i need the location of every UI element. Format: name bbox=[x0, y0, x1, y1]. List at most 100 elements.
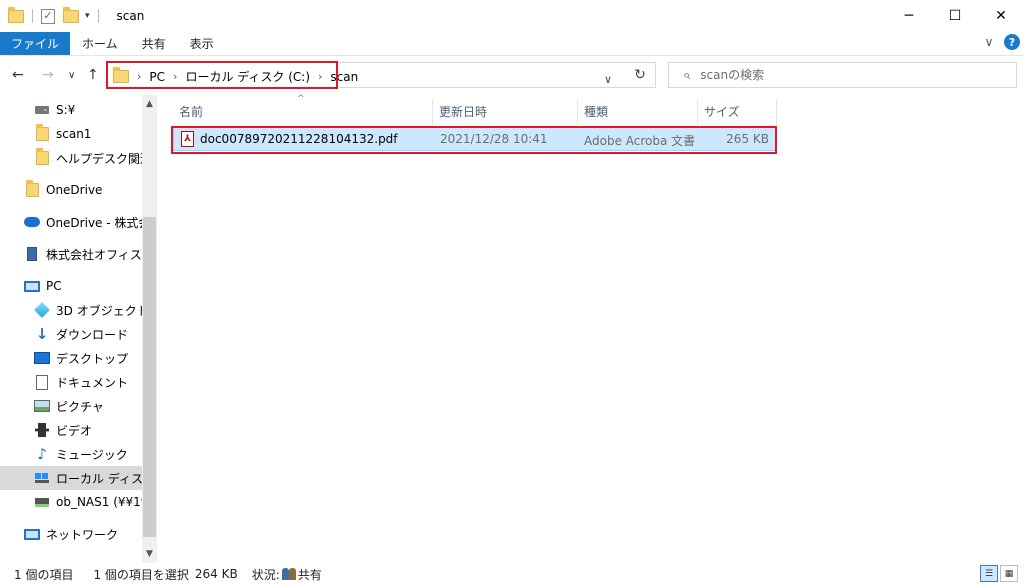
toolbar-separator bbox=[32, 9, 33, 23]
forward-button[interactable]: → bbox=[42, 67, 54, 83]
pc-icon bbox=[24, 278, 40, 294]
column-divider[interactable] bbox=[776, 99, 777, 125]
recent-locations-button[interactable]: ∨ bbox=[68, 70, 75, 81]
sidebar-item-music[interactable]: ♪ ミュージック bbox=[0, 442, 142, 466]
status-bar: 1 個の項目 1 個の項目を選択 264 KB 状況: 共有 ☰ ▦ bbox=[0, 563, 1024, 585]
status-selected: 1 個の項目を選択 bbox=[93, 567, 189, 582]
video-icon bbox=[34, 422, 50, 438]
cube-icon bbox=[34, 302, 50, 318]
sidebar-item-s-drive[interactable]: S:¥ bbox=[0, 98, 142, 122]
document-icon bbox=[34, 374, 50, 390]
cloud-icon bbox=[24, 214, 40, 230]
minimize-button[interactable]: ─ bbox=[886, 0, 932, 32]
close-button[interactable]: ✕ bbox=[978, 0, 1024, 32]
help-icon[interactable]: ? bbox=[1004, 34, 1020, 50]
status-state-label: 状況: bbox=[251, 567, 280, 582]
folder-icon bbox=[24, 180, 40, 198]
tab-file[interactable]: ファイル bbox=[0, 32, 71, 55]
sidebar-item-label: 3D オブジェクト bbox=[56, 303, 142, 318]
sidebar-item-label: ヘルプデスク関連 bbox=[56, 151, 142, 166]
sidebar-item-label: ミュージック bbox=[56, 447, 128, 462]
sidebar-item-onedrive-business[interactable]: OneDrive - 株式会社 bbox=[0, 210, 142, 234]
search-input[interactable] bbox=[700, 68, 1001, 82]
sidebar-item-company[interactable]: 株式会社オフィスバスター bbox=[0, 242, 142, 266]
tab-view[interactable]: 表示 bbox=[178, 32, 226, 55]
folder-icon bbox=[34, 148, 50, 166]
scrollbar-thumb[interactable] bbox=[143, 217, 156, 537]
desktop-icon bbox=[34, 350, 50, 366]
sidebar-item-nas[interactable]: ob_NAS1 (¥¥192.168 bbox=[0, 490, 142, 514]
sidebar-item-label: ドキュメント bbox=[56, 375, 129, 390]
sidebar-item-onedrive[interactable]: OneDrive bbox=[0, 178, 142, 202]
column-header-type[interactable]: 種類 bbox=[578, 99, 697, 123]
sidebar-item-label: S:¥ bbox=[56, 103, 76, 117]
status-selected-size: 264 KB bbox=[194, 567, 238, 581]
sidebar-item-videos[interactable]: ビデオ bbox=[0, 418, 142, 442]
status-state-value: 共有 bbox=[297, 567, 322, 582]
music-icon: ♪ bbox=[37, 445, 47, 463]
local-disk-icon bbox=[34, 470, 50, 486]
sidebar-item-local-disk[interactable]: ローカル ディスク (C:) bbox=[0, 466, 142, 490]
folder-icon bbox=[8, 6, 24, 23]
sidebar-item-label: ピクチャ bbox=[56, 399, 104, 414]
nas-icon bbox=[34, 494, 50, 510]
sidebar-item-documents[interactable]: ドキュメント bbox=[0, 370, 142, 394]
sidebar-item-network[interactable]: ネットワーク bbox=[0, 522, 142, 546]
sidebar-item-label: ビデオ bbox=[56, 423, 93, 438]
scroll-up-icon[interactable]: ▲ bbox=[142, 99, 157, 109]
maximize-button[interactable]: ☐ bbox=[932, 0, 978, 32]
search-icon: ⌕ bbox=[683, 67, 691, 83]
search-box[interactable]: ⌕ bbox=[668, 62, 1017, 88]
details-view-icon[interactable]: ☰ bbox=[980, 565, 998, 582]
sidebar-item-label: OneDrive - 株式会社 bbox=[46, 215, 142, 230]
network-drive-icon bbox=[34, 102, 50, 118]
scroll-down-icon[interactable]: ▼ bbox=[142, 549, 157, 559]
new-folder-icon[interactable] bbox=[63, 6, 79, 23]
sidebar-item-label: scan1 bbox=[56, 127, 92, 141]
sidebar-item-pc[interactable]: PC bbox=[0, 274, 142, 298]
window-controls: ─ ☐ ✕ bbox=[886, 0, 1024, 32]
refresh-button[interactable]: ↻ bbox=[625, 62, 656, 88]
address-highlight-box bbox=[106, 61, 338, 89]
sidebar-item-label: ob_NAS1 (¥¥192.168 bbox=[56, 495, 142, 509]
download-icon: ↓ bbox=[35, 325, 49, 343]
column-header-modified[interactable]: 更新日時 bbox=[433, 99, 577, 123]
sidebar-item-label: 株式会社オフィスバスター bbox=[46, 247, 142, 262]
sidebar-item-label: OneDrive bbox=[46, 183, 103, 197]
sidebar-item-downloads[interactable]: ↓ ダウンロード bbox=[0, 322, 142, 346]
navigation-pane-scrollbar[interactable]: ▲ ▼ bbox=[142, 95, 157, 563]
sidebar-item-desktop[interactable]: デスクトップ bbox=[0, 346, 142, 370]
status-item-count: 1 個の項目 bbox=[14, 567, 74, 582]
navigation-pane: S:¥ scan1 ヘルプデスク関連 OneDrive OneDrive - 株… bbox=[0, 95, 157, 563]
up-button[interactable]: ↑ bbox=[87, 67, 99, 83]
address-dropdown-icon[interactable]: ∨ bbox=[604, 73, 612, 86]
navigation-bar: ← → ∨ ↑ › PC › ローカル ディスク (C:) › scan ∨ ↻… bbox=[0, 57, 1024, 95]
tab-share[interactable]: 共有 bbox=[130, 32, 178, 55]
sidebar-item-helpdesk[interactable]: ヘルプデスク関連 bbox=[0, 146, 142, 170]
building-icon bbox=[24, 246, 40, 262]
properties-icon[interactable]: ✓ bbox=[41, 8, 55, 24]
expand-ribbon-icon[interactable]: ∨ bbox=[980, 35, 998, 49]
window-title: scan bbox=[116, 9, 145, 23]
sidebar-item-scan1[interactable]: scan1 bbox=[0, 122, 142, 146]
view-toggle: ☰ ▦ bbox=[980, 565, 1018, 582]
sidebar-item-label: PC bbox=[46, 279, 62, 293]
tab-home[interactable]: ホーム bbox=[70, 32, 130, 55]
folder-icon bbox=[34, 124, 50, 142]
title-bar: ✓ ▾ scan ─ ☐ ✕ bbox=[0, 0, 1024, 32]
large-icons-view-icon[interactable]: ▦ bbox=[1000, 565, 1018, 582]
customize-quick-access-icon[interactable]: ▾ bbox=[85, 11, 90, 21]
shared-users-icon bbox=[281, 568, 296, 580]
column-header-name[interactable]: 名前 bbox=[173, 99, 432, 123]
sidebar-item-label: ローカル ディスク (C:) bbox=[56, 471, 142, 486]
sidebar-item-label: ダウンロード bbox=[56, 327, 129, 342]
sidebar-item-3d-objects[interactable]: 3D オブジェクト bbox=[0, 298, 142, 322]
sidebar-item-pictures[interactable]: ピクチャ bbox=[0, 394, 142, 418]
sidebar-item-label: デスクトップ bbox=[56, 351, 129, 366]
ribbon-tabs: ファイル ホーム 共有 表示 ∨ ? bbox=[0, 32, 1024, 56]
picture-icon bbox=[34, 398, 50, 414]
back-button[interactable]: ← bbox=[12, 67, 24, 83]
network-icon bbox=[24, 526, 40, 542]
column-header-size[interactable]: サイズ bbox=[698, 99, 776, 123]
file-list: ^ 名前 更新日時 種類 サイズ ⅄ doc007897202112281041… bbox=[157, 94, 1024, 563]
